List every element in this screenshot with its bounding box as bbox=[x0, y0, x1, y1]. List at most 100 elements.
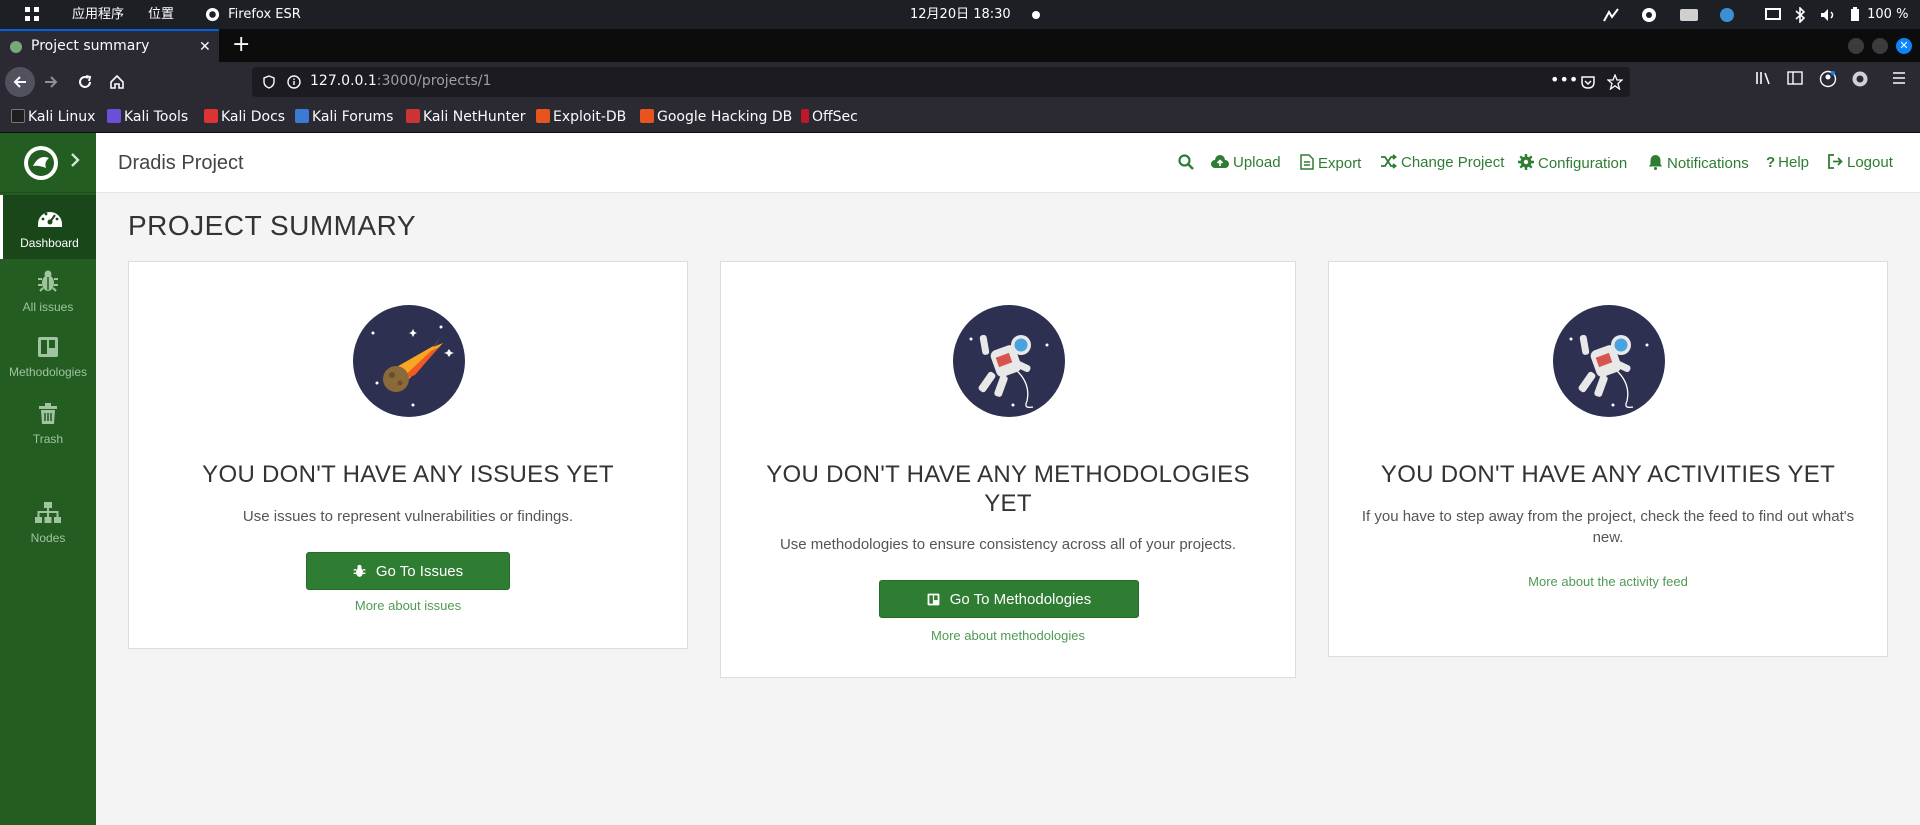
firefox-taskbar-item[interactable]: Firefox ESR bbox=[205, 0, 301, 29]
bell-icon bbox=[1649, 155, 1662, 170]
kali-nethunter-icon bbox=[406, 109, 420, 123]
dradis-logo[interactable] bbox=[24, 146, 58, 180]
astronaut-illustration bbox=[953, 305, 1065, 417]
update-icon[interactable] bbox=[1720, 0, 1734, 29]
bookmark-offsec[interactable]: OffSec bbox=[801, 109, 858, 125]
sidebar-item-methodologies[interactable]: Methodologies bbox=[0, 336, 96, 396]
url-host: 127.0.0.1 bbox=[310, 73, 377, 89]
bookmark-kali-docs[interactable]: Kali Docs bbox=[204, 109, 285, 125]
project-name[interactable]: Dradis Project bbox=[118, 152, 244, 175]
back-button[interactable] bbox=[5, 67, 35, 97]
configuration-label: Configuration bbox=[1538, 155, 1628, 172]
reload-button[interactable] bbox=[70, 67, 100, 97]
bookmark-label: Kali Docs bbox=[221, 109, 286, 125]
go-to-issues-button[interactable]: Go To Issues bbox=[306, 552, 510, 590]
close-tab-icon[interactable]: ✕ bbox=[199, 39, 211, 55]
home-button[interactable] bbox=[102, 67, 132, 97]
notifications-link[interactable]: Notifications bbox=[1648, 154, 1749, 172]
notifications-label: Notifications bbox=[1667, 155, 1749, 172]
extension-icon[interactable] bbox=[1851, 70, 1869, 88]
more-about-methodologies-link[interactable]: More about methodologies bbox=[721, 628, 1295, 643]
kali-dragon-icon bbox=[11, 109, 25, 123]
browser-nav-bar: 127.0.0.1:3000/projects/1 ••• bbox=[0, 62, 1920, 103]
export-icon bbox=[1300, 154, 1314, 170]
bookmark-kali-nethunter[interactable]: Kali NetHunter bbox=[406, 109, 525, 125]
firefox-icon bbox=[205, 7, 220, 22]
vpn-icon[interactable] bbox=[1641, 0, 1657, 29]
battery-icon bbox=[1851, 7, 1859, 21]
keyboard-icon[interactable] bbox=[1680, 0, 1698, 29]
maximize-window-button[interactable] bbox=[1872, 38, 1888, 54]
bookmark-google-hacking-db[interactable]: Google Hacking DB bbox=[640, 109, 792, 125]
sidebar-item-nodes[interactable]: Nodes bbox=[0, 502, 96, 562]
notification-dot-icon bbox=[1032, 0, 1040, 29]
export-link[interactable]: Export bbox=[1300, 154, 1361, 172]
issues-card: YOU DON'T HAVE ANY ISSUES YET Use issues… bbox=[128, 261, 688, 649]
configuration-link[interactable]: Configuration bbox=[1518, 154, 1627, 172]
go-to-methodologies-label: Go To Methodologies bbox=[949, 590, 1092, 608]
tab-title: Project summary bbox=[31, 38, 150, 54]
close-window-button[interactable]: ✕ bbox=[1896, 38, 1912, 54]
change-project-link[interactable]: Change Project bbox=[1380, 154, 1504, 171]
page-title: PROJECT SUMMARY bbox=[128, 210, 417, 241]
reload-icon bbox=[79, 75, 92, 88]
upload-link[interactable]: Upload bbox=[1211, 154, 1281, 171]
forward-button[interactable] bbox=[36, 67, 66, 97]
board-icon bbox=[927, 593, 940, 605]
export-label: Export bbox=[1318, 155, 1362, 172]
back-arrow-icon bbox=[13, 76, 26, 88]
logout-link[interactable]: Logout bbox=[1827, 154, 1893, 171]
volume-icon[interactable] bbox=[1820, 0, 1836, 29]
more-about-activity-feed-link[interactable]: More about the activity feed bbox=[1329, 574, 1887, 589]
bookmark-kali-linux[interactable]: Kali Linux bbox=[11, 109, 95, 125]
methodologies-empty-text: Use methodologies to ensure consistency … bbox=[779, 536, 1237, 553]
sidebar-item-all-issues[interactable]: All issues bbox=[0, 269, 96, 329]
sidebar-item-label: Dashboard bbox=[20, 236, 79, 250]
expand-sidebar-chevron-icon[interactable] bbox=[70, 153, 80, 167]
sidebar-item-dashboard[interactable]: Dashboard bbox=[0, 195, 96, 259]
sidebar-item-label: Trash bbox=[32, 432, 64, 446]
display-icon[interactable] bbox=[1765, 0, 1781, 29]
url-text: 127.0.0.1:3000/projects/1 bbox=[310, 73, 491, 89]
bookmark-kali-forums[interactable]: Kali Forums bbox=[295, 109, 393, 125]
gear-icon bbox=[1518, 154, 1534, 170]
hamburger-menu-icon[interactable] bbox=[1891, 70, 1907, 86]
apps-menu[interactable]: 应用程序 bbox=[72, 0, 124, 29]
bookmark-label: Kali Linux bbox=[28, 109, 96, 125]
sidebar-header bbox=[0, 133, 96, 193]
apps-grid-icon[interactable] bbox=[25, 0, 40, 29]
search-button[interactable] bbox=[1178, 154, 1198, 172]
sign-out-icon bbox=[1828, 154, 1843, 169]
pocket-icon[interactable] bbox=[1580, 74, 1596, 90]
ghdb-icon bbox=[640, 109, 654, 123]
sitemap-icon bbox=[35, 502, 61, 523]
bookmark-kali-tools[interactable]: Kali Tools bbox=[107, 109, 188, 125]
bookmark-exploit-db[interactable]: Exploit-DB bbox=[536, 109, 626, 125]
account-icon[interactable] bbox=[1819, 70, 1837, 88]
new-tab-button[interactable]: + bbox=[232, 32, 250, 57]
kali-forums-icon bbox=[295, 109, 309, 123]
meteor-illustration bbox=[353, 305, 465, 417]
sidebar-toggle-icon[interactable] bbox=[1787, 70, 1803, 86]
info-icon bbox=[287, 75, 301, 89]
minimize-window-button[interactable] bbox=[1848, 38, 1864, 54]
page-actions-icon[interactable]: ••• bbox=[1550, 70, 1578, 89]
more-about-issues-link[interactable]: More about issues bbox=[129, 598, 687, 613]
network-activity-icon[interactable] bbox=[1603, 0, 1619, 29]
url-bar[interactable]: 127.0.0.1:3000/projects/1 ••• bbox=[252, 67, 1630, 97]
url-path: :3000/projects/1 bbox=[376, 73, 492, 89]
library-icon[interactable] bbox=[1755, 70, 1773, 86]
go-to-methodologies-button[interactable]: Go To Methodologies bbox=[879, 580, 1139, 618]
dashboard-icon bbox=[37, 212, 62, 227]
app-header: Dradis Project Upload Export Change Proj… bbox=[96, 133, 1920, 193]
bookmark-star-icon[interactable] bbox=[1607, 74, 1623, 90]
places-menu[interactable]: 位置 bbox=[148, 0, 174, 29]
methodologies-empty-heading: YOU DON'T HAVE ANY METHODOLOGIES YET bbox=[766, 461, 1250, 517]
sidebar-item-trash[interactable]: Trash bbox=[0, 403, 96, 463]
tab-project-summary[interactable]: Project summary ✕ bbox=[0, 29, 219, 62]
battery-indicator[interactable]: 100 % bbox=[1850, 0, 1908, 29]
help-link[interactable]: ? Help bbox=[1766, 154, 1809, 171]
browser-tab-bar: Project summary ✕ + ✕ bbox=[0, 29, 1920, 62]
bluetooth-icon[interactable] bbox=[1794, 0, 1806, 29]
clock[interactable]: 12月20日 18:30 bbox=[910, 0, 1011, 29]
